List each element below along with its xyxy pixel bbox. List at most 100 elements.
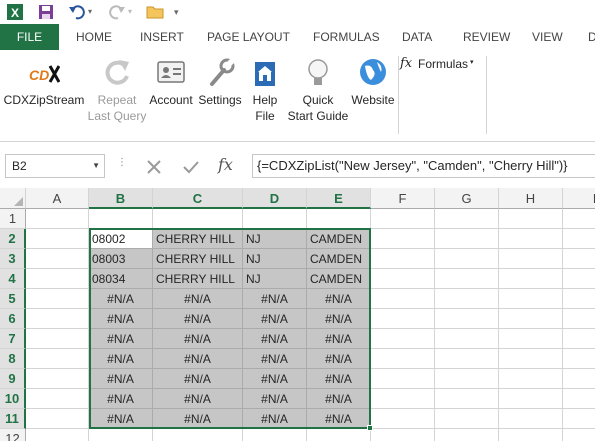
grid-cell[interactable] (371, 269, 435, 289)
cdxzipstream-button[interactable]: CD CDXZipStream (2, 50, 86, 142)
grid-cell[interactable]: CHERRY HILL (153, 269, 243, 289)
grid-cell[interactable]: #N/A (89, 349, 153, 369)
grid-cell[interactable] (435, 329, 499, 349)
grid-cell[interactable] (26, 269, 89, 289)
grid-cell[interactable]: #N/A (243, 289, 307, 309)
grid-cell[interactable] (435, 269, 499, 289)
settings-button[interactable]: Settings (196, 50, 244, 142)
grid-cell[interactable] (563, 349, 595, 369)
column-header-g[interactable]: G (435, 188, 499, 209)
grid-cell[interactable] (435, 209, 499, 229)
grid-cell[interactable] (243, 209, 307, 229)
grid-cell[interactable] (563, 309, 595, 329)
grid-cell[interactable] (307, 209, 371, 229)
tab-file[interactable]: FILE (0, 24, 59, 50)
tab-view[interactable]: VIEW (532, 24, 563, 50)
grid-cell[interactable] (435, 249, 499, 269)
grid-cell[interactable] (563, 389, 595, 409)
grid-cell[interactable]: #N/A (153, 409, 243, 429)
grid-cell[interactable] (563, 229, 595, 249)
grid-cell[interactable] (563, 249, 595, 269)
grid-cell[interactable] (563, 209, 595, 229)
grid-cell[interactable] (371, 209, 435, 229)
save-icon[interactable] (38, 3, 54, 21)
tab-formulas[interactable]: FORMULAS (313, 24, 380, 50)
grid-cell[interactable] (307, 429, 371, 441)
grid-cell[interactable]: #N/A (307, 389, 371, 409)
grid-cell[interactable]: CAMDEN (307, 229, 371, 249)
grid-cell[interactable]: NJ (243, 269, 307, 289)
grid-cell[interactable] (371, 389, 435, 409)
grid-cell[interactable]: #N/A (243, 389, 307, 409)
undo-icon[interactable] (68, 3, 86, 21)
grid-cell[interactable] (153, 429, 243, 441)
row-header[interactable]: 3 (0, 249, 26, 269)
grid-cell[interactable] (435, 409, 499, 429)
grid-cell[interactable] (26, 229, 89, 249)
grid-cell[interactable] (563, 269, 595, 289)
grid-cell[interactable] (153, 209, 243, 229)
column-header-f[interactable]: F (371, 188, 435, 209)
grid-cell[interactable]: #N/A (307, 409, 371, 429)
grid-cell[interactable] (26, 249, 89, 269)
account-button[interactable]: Account (148, 50, 194, 142)
grid-cell[interactable] (499, 229, 563, 249)
grid-cell[interactable] (563, 329, 595, 349)
column-header-c[interactable]: C (153, 188, 243, 209)
grid-cell[interactable] (499, 249, 563, 269)
grid-cell[interactable] (26, 409, 89, 429)
grid-cell[interactable] (26, 349, 89, 369)
grid-cell[interactable] (499, 349, 563, 369)
column-header-h[interactable]: H (499, 188, 563, 209)
grid-cell[interactable] (243, 429, 307, 441)
grid-cell[interactable]: #N/A (307, 349, 371, 369)
row-header[interactable]: 2 (0, 229, 26, 249)
grid-cell[interactable] (371, 349, 435, 369)
row-header[interactable]: 9 (0, 369, 26, 389)
grid-cell[interactable] (499, 389, 563, 409)
column-header-a[interactable]: A (26, 188, 89, 209)
formula-input[interactable]: {=CDXZipList("New Jersey", "Camden", "Ch… (252, 154, 595, 178)
grid-cell[interactable] (371, 329, 435, 349)
row-header[interactable]: 7 (0, 329, 26, 349)
column-header-i[interactable]: I (563, 188, 595, 209)
grid-cell[interactable] (26, 329, 89, 349)
grid-cell[interactable] (89, 209, 153, 229)
folder-icon[interactable] (146, 3, 164, 21)
grid-cell[interactable]: #N/A (89, 369, 153, 389)
grid-cell[interactable] (563, 289, 595, 309)
tab-home[interactable]: HOME (76, 24, 112, 50)
grid-cell[interactable] (371, 369, 435, 389)
grid-cell[interactable] (435, 369, 499, 389)
grid-cell[interactable]: #N/A (89, 389, 153, 409)
tab-review[interactable]: REVIEW (463, 24, 510, 50)
grid-cell[interactable] (371, 289, 435, 309)
select-all-corner[interactable] (0, 188, 26, 209)
grid-cell[interactable] (435, 429, 499, 441)
grid-cell[interactable] (26, 209, 89, 229)
grid-cell[interactable] (499, 269, 563, 289)
undo-dropdown-icon[interactable]: ▾ (88, 3, 92, 21)
grid-cell[interactable] (26, 389, 89, 409)
tab-d[interactable]: D (588, 24, 595, 50)
grid-cell[interactable]: 08003 (89, 249, 153, 269)
grid-cell[interactable] (499, 369, 563, 389)
grid-cell[interactable] (563, 429, 595, 441)
grid-cell[interactable]: #N/A (153, 309, 243, 329)
row-header[interactable]: 4 (0, 269, 26, 289)
grid-cell[interactable]: 08002 (89, 229, 153, 249)
grid-cell[interactable] (371, 429, 435, 441)
grid-cell[interactable]: #N/A (243, 329, 307, 349)
grid-cell[interactable] (499, 429, 563, 441)
grid-cell[interactable] (26, 429, 89, 441)
grid-cell[interactable] (26, 309, 89, 329)
grid-cell[interactable]: #N/A (243, 409, 307, 429)
grid-cell[interactable]: #N/A (89, 309, 153, 329)
grid-cell[interactable]: CHERRY HILL (153, 249, 243, 269)
grid-cell[interactable]: #N/A (307, 309, 371, 329)
grid-cell[interactable]: #N/A (243, 349, 307, 369)
grid-cell[interactable] (499, 289, 563, 309)
tab-page-layout[interactable]: PAGE LAYOUT (207, 24, 290, 50)
grid-cell[interactable] (563, 409, 595, 429)
grid-cell[interactable] (371, 229, 435, 249)
